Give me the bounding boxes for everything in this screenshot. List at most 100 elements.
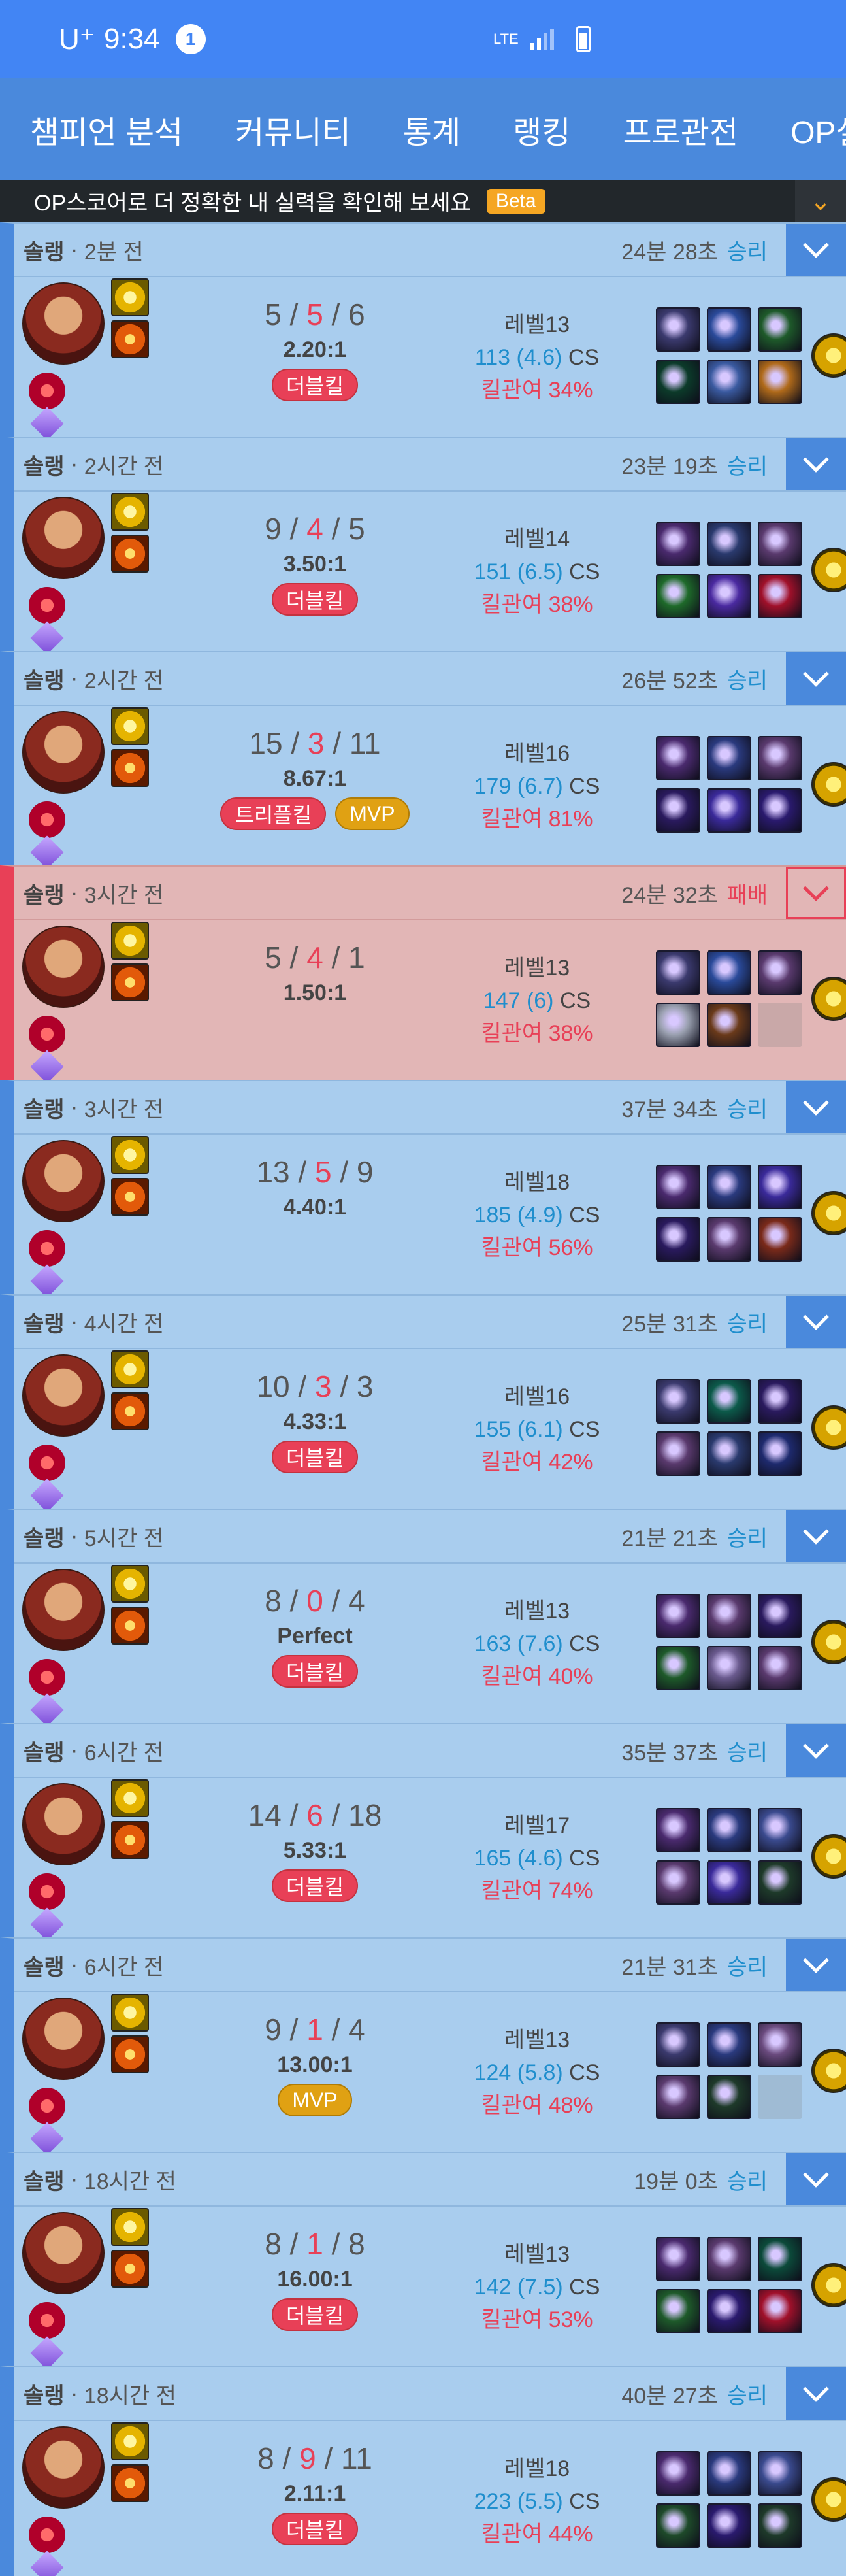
item-icon[interactable] <box>758 1379 802 1424</box>
item-icon[interactable] <box>656 2451 700 2496</box>
item-icon[interactable] <box>656 950 700 995</box>
item-icon[interactable] <box>656 1003 700 1047</box>
item-icon[interactable] <box>758 1860 802 1905</box>
nav-community[interactable]: 커뮤니티 <box>235 107 351 152</box>
expand-chevron-down-icon[interactable] <box>786 652 846 705</box>
item-icon[interactable] <box>758 736 802 780</box>
item-icon[interactable] <box>656 2289 700 2333</box>
item-icon[interactable] <box>656 360 700 404</box>
champion-portrait[interactable] <box>22 1354 105 1437</box>
ward-trinket-icon[interactable] <box>811 1620 846 1664</box>
item-icon[interactable] <box>707 1165 751 1209</box>
ward-trinket-icon[interactable] <box>811 548 846 592</box>
item-icon[interactable] <box>707 2237 751 2281</box>
match-card[interactable]: 솔랭 · 18시간 전 19분 0초 승리 8 / 1 / 8 16.00:1 … <box>0 2152 846 2370</box>
nav-pro-spectate[interactable]: 프로관전 <box>623 107 738 152</box>
nav-ranking[interactable]: 랭킹 <box>513 107 570 152</box>
item-icon[interactable] <box>656 2237 700 2281</box>
ward-trinket-icon[interactable] <box>811 1834 846 1879</box>
item-icon[interactable] <box>707 1379 751 1424</box>
item-icon[interactable] <box>656 2503 700 2548</box>
item-icon[interactable] <box>707 307 751 352</box>
item-icon[interactable] <box>758 360 802 404</box>
item-icon[interactable] <box>758 1808 802 1852</box>
expand-chevron-down-icon[interactable] <box>786 1724 846 1777</box>
champion-portrait[interactable] <box>22 2426 105 2509</box>
item-icon[interactable] <box>758 1431 802 1476</box>
item-icon[interactable] <box>656 1431 700 1476</box>
item-icon[interactable] <box>656 788 700 833</box>
match-card[interactable]: 솔랭 · 2시간 전 26분 52초 승리 15 / 3 / 11 8.67:1… <box>0 651 846 869</box>
item-icon[interactable] <box>707 1808 751 1852</box>
nav-champion-analysis[interactable]: 챔피언 분석 <box>30 107 183 152</box>
item-icon[interactable] <box>758 1165 802 1209</box>
item-icon[interactable] <box>707 1594 751 1638</box>
champion-portrait[interactable] <box>22 497 105 579</box>
nav-op-social[interactable]: OP셜 <box>790 107 846 152</box>
ward-trinket-icon[interactable] <box>811 333 846 378</box>
item-icon[interactable] <box>656 1594 700 1638</box>
expand-chevron-down-icon[interactable] <box>786 2367 846 2420</box>
expand-chevron-down-icon[interactable] <box>786 438 846 490</box>
item-icon[interactable] <box>707 522 751 566</box>
match-card[interactable]: 솔랭 · 2시간 전 23분 19초 승리 9 / 4 / 5 3.50:1 더… <box>0 437 846 655</box>
champion-portrait[interactable] <box>22 711 105 794</box>
match-card[interactable]: 솔랭 · 18시간 전 40분 27초 승리 8 / 9 / 11 2.11:1… <box>0 2366 846 2576</box>
item-icon[interactable] <box>707 1431 751 1476</box>
item-icon[interactable] <box>656 307 700 352</box>
item-icon[interactable] <box>758 2451 802 2496</box>
match-card[interactable]: 솔랭 · 2분 전 24분 28초 승리 5 / 5 / 6 2.20:1 더블… <box>0 222 846 441</box>
match-card[interactable]: 솔랭 · 6시간 전 35분 37초 승리 14 / 6 / 18 5.33:1… <box>0 1723 846 1941</box>
ward-trinket-icon[interactable] <box>811 1191 846 1235</box>
item-icon[interactable] <box>656 2022 700 2067</box>
expand-chevron-down-icon[interactable] <box>786 2153 846 2205</box>
item-icon[interactable] <box>758 2289 802 2333</box>
item-icon[interactable] <box>707 574 751 618</box>
item-icon[interactable] <box>707 2022 751 2067</box>
item-icon[interactable] <box>758 788 802 833</box>
item-icon[interactable] <box>758 1594 802 1638</box>
champion-portrait[interactable] <box>22 1998 105 2080</box>
champion-portrait[interactable] <box>22 2212 105 2294</box>
champion-portrait[interactable] <box>22 1783 105 1865</box>
item-icon[interactable] <box>707 2503 751 2548</box>
item-icon[interactable] <box>707 2451 751 2496</box>
champion-portrait[interactable] <box>22 282 105 365</box>
item-icon[interactable] <box>707 1860 751 1905</box>
item-icon[interactable] <box>707 788 751 833</box>
item-icon[interactable] <box>656 1379 700 1424</box>
champion-portrait[interactable] <box>22 1569 105 1651</box>
banner-chevron-down-icon[interactable]: ⌄ <box>795 180 846 222</box>
item-icon[interactable] <box>758 1217 802 1262</box>
ward-trinket-icon[interactable] <box>811 2049 846 2093</box>
item-icon[interactable] <box>656 1646 700 1690</box>
item-icon[interactable] <box>707 2289 751 2333</box>
expand-chevron-down-icon[interactable] <box>786 1510 846 1562</box>
item-icon[interactable] <box>656 1860 700 1905</box>
ward-trinket-icon[interactable] <box>811 762 846 807</box>
item-icon[interactable] <box>707 1217 751 1262</box>
nav-stats[interactable]: 통계 <box>403 107 461 152</box>
item-icon[interactable] <box>758 950 802 995</box>
item-icon[interactable] <box>758 2503 802 2548</box>
champion-portrait[interactable] <box>22 926 105 1008</box>
opscore-banner[interactable]: OP스코어로 더 정확한 내 실력을 확인해 보세요 Beta ⌄ <box>0 180 846 222</box>
item-icon[interactable] <box>758 2022 802 2067</box>
ward-trinket-icon[interactable] <box>811 2477 846 2522</box>
item-icon[interactable] <box>656 1165 700 1209</box>
item-icon[interactable] <box>656 522 700 566</box>
item-icon[interactable] <box>656 1808 700 1852</box>
match-card[interactable]: 솔랭 · 5시간 전 21분 21초 승리 8 / 0 / 4 Perfect … <box>0 1509 846 1727</box>
match-card[interactable]: 솔랭 · 6시간 전 21분 31초 승리 9 / 1 / 4 13.00:1 … <box>0 1937 846 2156</box>
item-icon[interactable] <box>707 736 751 780</box>
match-card[interactable]: 솔랭 · 4시간 전 25분 31초 승리 10 / 3 / 3 4.33:1 … <box>0 1294 846 1513</box>
match-card[interactable]: 솔랭 · 3시간 전 37분 34초 승리 13 / 5 / 9 4.40:1 <box>0 1080 846 1298</box>
ward-trinket-icon[interactable] <box>811 2263 846 2307</box>
ward-trinket-icon[interactable] <box>811 977 846 1021</box>
item-icon[interactable] <box>758 574 802 618</box>
item-icon[interactable] <box>758 1646 802 1690</box>
item-icon[interactable] <box>707 1646 751 1690</box>
item-icon[interactable] <box>758 2237 802 2281</box>
item-icon[interactable] <box>707 1003 751 1047</box>
expand-chevron-down-icon[interactable] <box>786 1081 846 1133</box>
